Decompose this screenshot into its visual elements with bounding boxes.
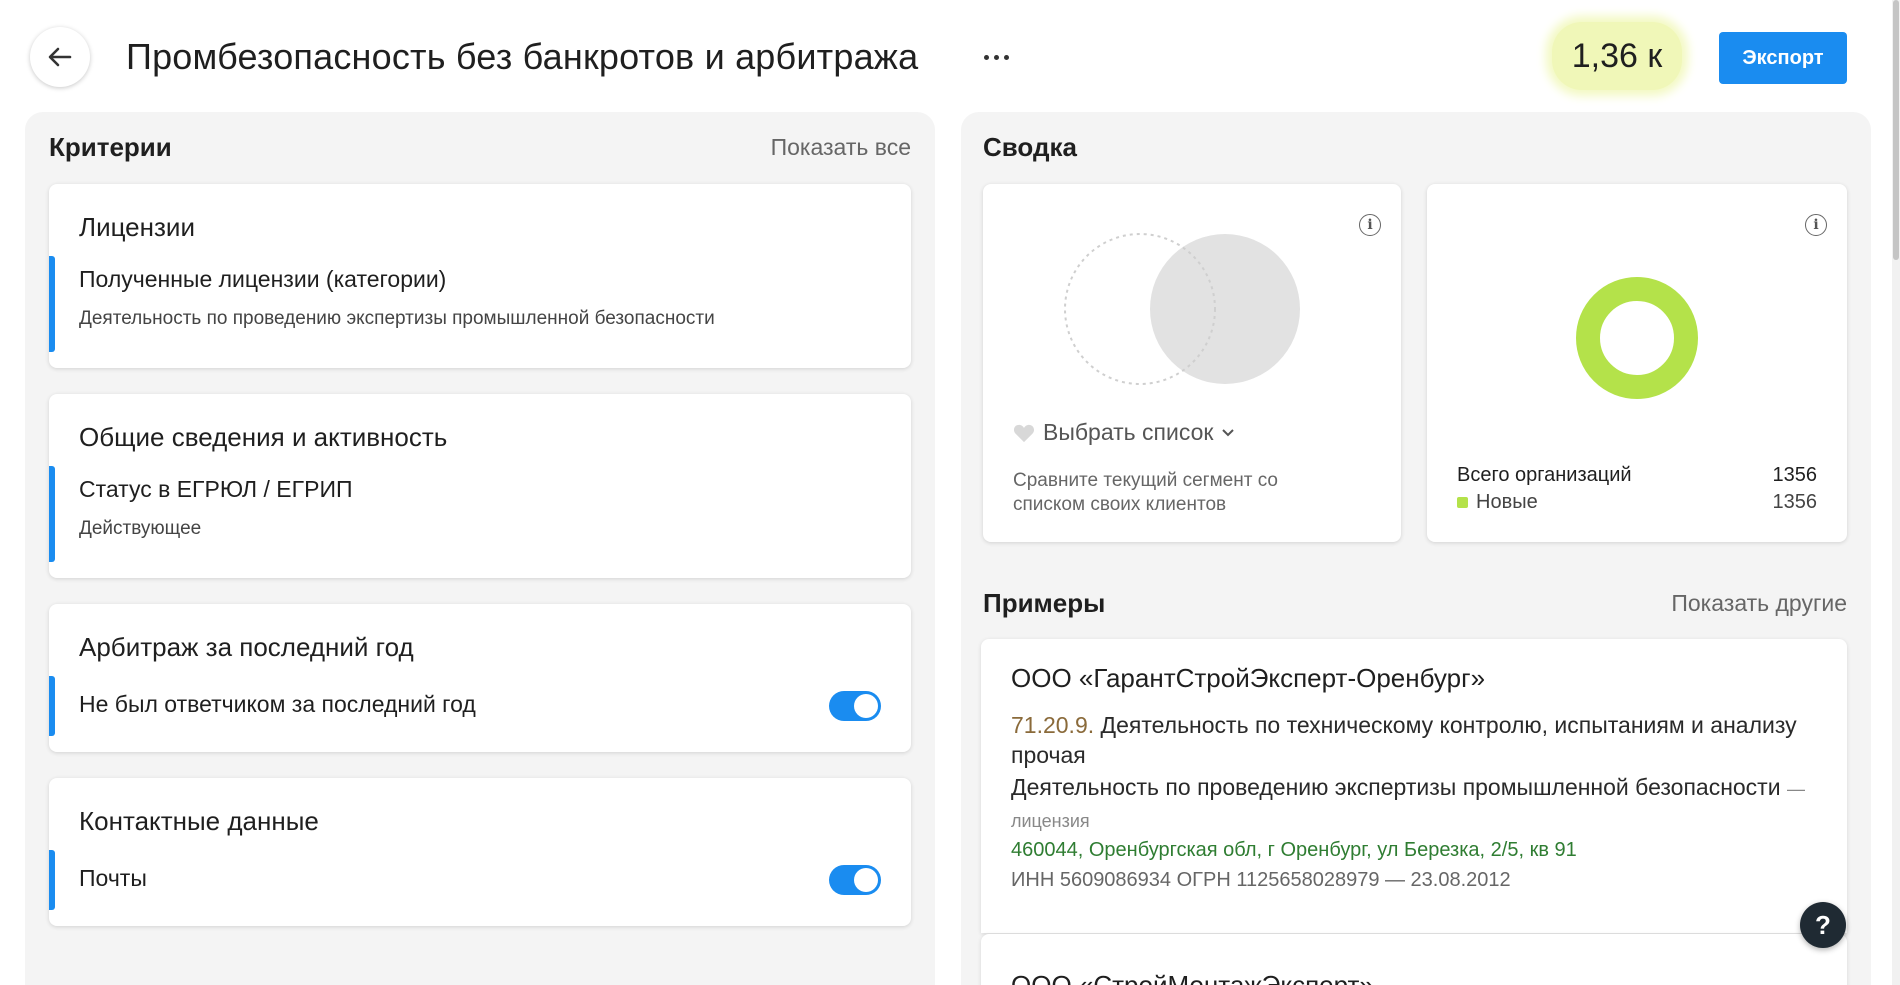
company-license: Деятельность по проведению экспертизы пр… — [1011, 772, 1811, 836]
criterion-accent-bar — [49, 256, 55, 352]
criteria-group-title: Арбитраж за последний год — [79, 632, 414, 662]
company-ids: ИНН 5609086934 ОГРН 1125658028979 — 23.0… — [1011, 869, 1511, 891]
example-company-card[interactable]: ООО «ГарантСтройЭксперт-Оренбург» 71.20.… — [981, 639, 1847, 933]
info-icon[interactable]: i — [1805, 214, 1827, 236]
donut-ring-new — [1576, 277, 1698, 399]
stat-new-label: Новые — [1476, 491, 1538, 513]
compare-card: i Выбрать список Сравните текущий сегмен… — [983, 184, 1401, 542]
summary-heading: Сводка — [983, 132, 1077, 162]
criterion-item[interactable]: Полученные лицензии (категории) Деятельн… — [49, 256, 911, 352]
okved-code: 71.20.9. — [1011, 712, 1095, 738]
back-button[interactable] — [30, 27, 90, 87]
criterion-accent-bar — [49, 850, 55, 910]
stat-row-total: Всего организаций 1356 — [1457, 464, 1817, 487]
toggle-knob — [854, 868, 878, 892]
criteria-panel: Критерии Показать все Лицензии Полученны… — [25, 112, 935, 985]
criterion-value: Действующее — [79, 518, 202, 539]
criteria-card-licenses[interactable]: Лицензии Полученные лицензии (категории)… — [49, 184, 911, 368]
criterion-accent-bar — [49, 676, 55, 736]
stat-row-new: Новые 1356 — [1457, 491, 1817, 514]
criterion-toggle[interactable] — [829, 691, 881, 721]
stats-card: i Всего организаций 1356 Новые 1356 — [1427, 184, 1847, 542]
criterion-label: Почты — [79, 865, 147, 891]
criteria-group-title: Лицензии — [79, 212, 195, 242]
select-list-dropdown[interactable]: Выбрать список — [1013, 419, 1235, 446]
page-scrollbar[interactable] — [1892, 0, 1900, 985]
company-okved: 71.20.9. Деятельность по техническому ко… — [1011, 710, 1811, 770]
dot-icon — [993, 54, 999, 60]
criterion-value: Деятельность по проведению экспертизы пр… — [79, 308, 715, 329]
criterion-accent-bar — [49, 466, 55, 562]
criterion-label: Не был ответчиком за последний год — [79, 691, 476, 717]
page-title: Промбезопасность без банкротов и арбитра… — [126, 36, 919, 77]
more-options-button[interactable] — [975, 40, 1017, 74]
legend-dot-icon — [1457, 497, 1468, 508]
help-button[interactable]: ? — [1800, 902, 1846, 948]
okved-text: Деятельность по техническому контролю, и… — [1011, 712, 1797, 768]
show-all-link[interactable]: Показать все — [771, 134, 911, 161]
criterion-label: Статус в ЕГРЮЛ / ЕГРИП — [79, 476, 353, 502]
arrow-left-icon — [48, 47, 72, 67]
criteria-card-arbitration[interactable]: Арбитраж за последний год Не был ответчи… — [49, 604, 911, 752]
segment-count-badge: 1,36 к — [1552, 22, 1682, 90]
company-name: ООО «СтройМонтажЭксперт» — [1011, 970, 1374, 985]
criterion-toggle[interactable] — [829, 865, 881, 895]
summary-panel: Сводка i Выбрать список Сравните текущий… — [961, 112, 1871, 985]
criteria-heading: Критерии — [49, 132, 172, 162]
compare-hint: Сравните текущий сегмент со списком свои… — [1013, 470, 1278, 515]
criterion-item[interactable]: Не был ответчиком за последний год — [49, 676, 911, 736]
company-name: ООО «ГарантСтройЭксперт-Оренбург» — [1011, 663, 1486, 693]
heart-icon — [1013, 424, 1035, 442]
venn-diagram — [1064, 233, 1300, 385]
criterion-item[interactable]: Почты — [49, 850, 911, 910]
show-other-link[interactable]: Показать другие — [1671, 590, 1847, 617]
criterion-item[interactable]: Статус в ЕГРЮЛ / ЕГРИП Действующее — [49, 466, 911, 562]
scrollbar-thumb[interactable] — [1893, 0, 1899, 260]
stat-total-value: 1356 — [1772, 464, 1818, 486]
chevron-down-icon — [1222, 428, 1235, 436]
select-list-label: Выбрать список — [1043, 419, 1214, 445]
criterion-label: Полученные лицензии (категории) — [79, 266, 447, 292]
example-company-card[interactable]: ООО «СтройМонтажЭксперт» — [981, 934, 1847, 985]
venn-circle-own — [1150, 234, 1300, 384]
dot-icon — [983, 54, 989, 60]
criteria-group-title: Контактные данные — [79, 806, 319, 836]
criteria-card-contacts[interactable]: Контактные данные Почты — [49, 778, 911, 926]
criteria-card-general[interactable]: Общие сведения и активность Статус в ЕГР… — [49, 394, 911, 578]
examples-heading: Примеры — [983, 588, 1106, 618]
export-button[interactable]: Экспорт — [1719, 32, 1847, 84]
toggle-knob — [854, 694, 878, 718]
donut-chart — [1576, 277, 1698, 399]
license-text: Деятельность по проведению экспертизы пр… — [1011, 774, 1781, 800]
stat-total-label: Всего организаций — [1457, 464, 1632, 486]
company-address: 460044, Оренбургская обл, г Оренбург, ул… — [1011, 839, 1577, 861]
info-icon[interactable]: i — [1359, 214, 1381, 236]
stat-new-value: 1356 — [1772, 491, 1818, 513]
criteria-group-title: Общие сведения и активность — [79, 422, 448, 452]
dot-icon — [1003, 54, 1009, 60]
